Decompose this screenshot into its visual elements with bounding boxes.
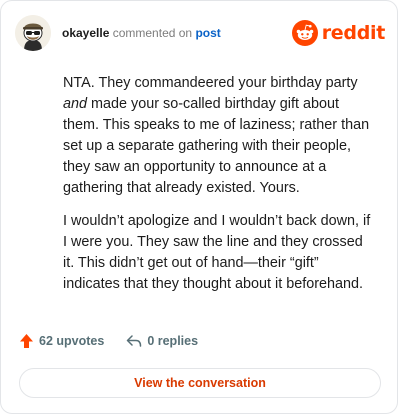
comment-text-part-2: made your so-called birthday gift about … [63, 96, 370, 196]
reddit-logo-icon [291, 20, 318, 46]
user-avatar[interactable] [15, 15, 51, 51]
upvote-count[interactable]: 62 upvotes [19, 333, 104, 349]
comment-stats: 62 upvotes 0 replies [19, 333, 198, 349]
comment-paragraph-1: NTA. They commandeered your birthday par… [63, 73, 377, 199]
snoo-avatar-icon [15, 15, 51, 51]
upvotes-label: 62 upvotes [39, 334, 105, 348]
embedded-comment-card: okayelle commented on post reddit NTA. T… [0, 0, 398, 414]
upvote-arrow-icon [20, 334, 33, 348]
comment-body: NTA. They commandeered your birthday par… [63, 73, 377, 307]
reply-count[interactable]: 0 replies [126, 334, 198, 348]
username[interactable]: okayelle [62, 26, 109, 40]
reddit-brand[interactable]: reddit [291, 20, 386, 46]
reply-arrow-icon [127, 335, 142, 347]
comment-header: okayelle commented on post reddit [15, 15, 385, 51]
post-link[interactable]: post [195, 26, 220, 40]
comment-paragraph-2: I wouldn’t apologize and I wouldn’t back… [63, 213, 371, 292]
replies-label: 0 replies [147, 334, 199, 348]
view-conversation-button[interactable]: View the conversation [19, 368, 381, 398]
action-text: commented on [112, 26, 193, 40]
comment-text-part-1: NTA. They commandeered your birthday par… [63, 75, 358, 91]
comment-meta: okayelle commented on post [62, 25, 221, 41]
comment-emphasis: and [63, 96, 88, 112]
brand-wordmark: reddit [321, 22, 386, 44]
